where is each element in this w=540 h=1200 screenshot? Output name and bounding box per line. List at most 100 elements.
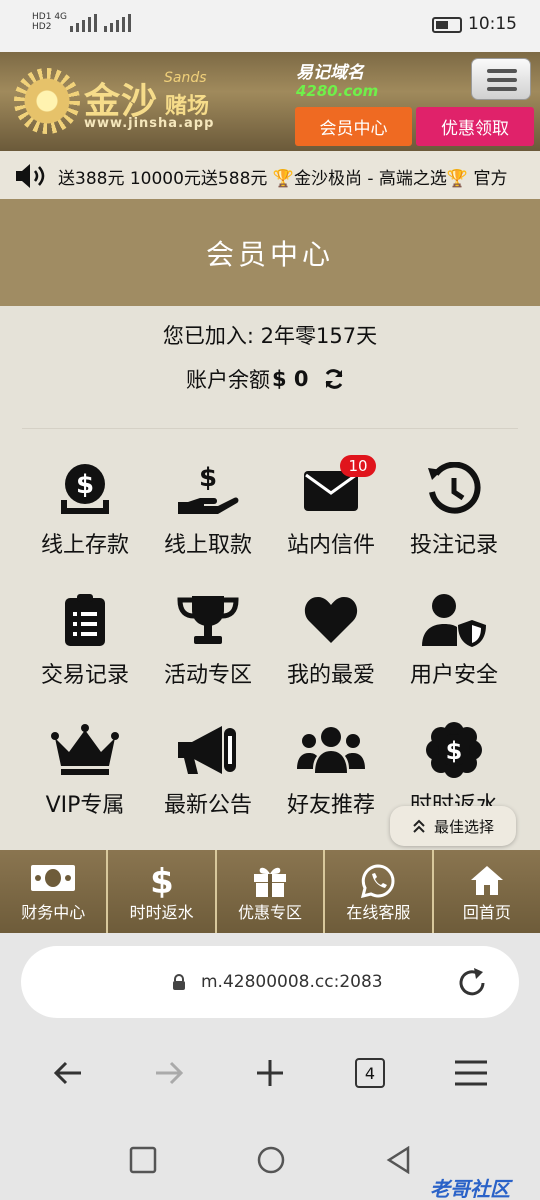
page-title-bar: 会员中心	[0, 199, 540, 306]
withdraw-icon: $	[178, 463, 239, 514]
nav-finance[interactable]: 财务中心	[0, 850, 109, 933]
nav-support[interactable]: 在线客服	[325, 850, 434, 933]
hamburger-icon	[455, 1060, 487, 1086]
back-triangle-icon[interactable]	[386, 1146, 412, 1174]
nav-label: 优惠专区	[238, 903, 303, 922]
grid-label: 用户安全	[409, 663, 498, 688]
promo-button[interactable]: 优惠领取	[416, 107, 534, 146]
nav-label: 财务中心	[21, 903, 86, 922]
tab-count: 4	[355, 1058, 385, 1088]
nav-label: 时时返水	[129, 903, 194, 922]
dollar-badge-icon: $	[426, 722, 482, 778]
best-choice-button[interactable]: 最佳选择	[390, 806, 516, 846]
referral-button[interactable]: 好友推荐	[266, 712, 396, 822]
address-bar[interactable]: m.42800008.cc:2083	[21, 946, 519, 1018]
plus-icon	[257, 1060, 283, 1086]
new-tab-button[interactable]	[250, 1053, 290, 1093]
grid-label: 好友推荐	[286, 793, 375, 818]
site-header: 金沙 Sands 赌场 www.jinsha.app 易记域名 4280.com…	[0, 52, 540, 151]
nav-label: 在线客服	[346, 903, 411, 922]
domain-title: 易记域名	[296, 63, 364, 83]
nav-home[interactable]: 回首页	[434, 850, 540, 933]
marquee-text: 送388元 10000元送588元 🏆金沙极尚 - 高端之选🏆 官方	[58, 169, 508, 189]
deposit-button[interactable]: $ 线上存款	[20, 452, 150, 562]
nav-promotions[interactable]: 优惠专区	[217, 850, 326, 933]
favorites-button[interactable]: 我的最爱	[266, 582, 396, 692]
grid-label: VIP专属	[45, 793, 125, 818]
signal-icon	[70, 14, 97, 32]
announcement-marquee[interactable]: 送388元 10000元送588元 🏆金沙极尚 - 高端之选🏆 官方	[0, 151, 540, 199]
arrow-right-icon	[156, 1061, 184, 1085]
page-title: 会员中心	[205, 237, 334, 271]
events-button[interactable]: 活动专区	[143, 582, 273, 692]
svg-text:$: $	[446, 737, 463, 765]
megaphone-icon	[178, 726, 236, 774]
transactions-button[interactable]: 交易记录	[20, 582, 150, 692]
nav-rebate[interactable]: $ 时时返水	[108, 850, 217, 933]
watermark: 老哥社区	[430, 1177, 510, 1200]
browser-menu-button[interactable]	[451, 1053, 491, 1093]
grid-label: 我的最爱	[286, 663, 375, 688]
back-button[interactable]	[48, 1053, 88, 1093]
joined-duration: 您已加入: 2年零157天	[162, 324, 378, 348]
sim-indicator: HD1 4G HD2	[32, 12, 68, 32]
divider	[22, 428, 518, 429]
user-security-button[interactable]: 用户安全	[389, 582, 519, 692]
announcements-button[interactable]: 最新公告	[143, 712, 273, 822]
users-icon	[297, 727, 365, 773]
dollar-icon: $	[150, 864, 174, 898]
grid-label: 最新公告	[163, 793, 252, 818]
vip-button[interactable]: VIP专属	[20, 712, 150, 822]
grid-label: 投注记录	[409, 533, 498, 558]
clock: 10:15	[468, 14, 517, 34]
system-nav: 老哥社区	[0, 1133, 540, 1200]
heart-icon	[304, 597, 358, 643]
mail-unread-badge: 10	[340, 455, 376, 477]
bet-history-button[interactable]: 投注记录	[389, 452, 519, 562]
grid-label: 线上取款	[163, 533, 252, 558]
history-icon	[428, 462, 481, 514]
trophy-icon	[177, 596, 239, 644]
battery-icon	[432, 17, 462, 33]
account-balance: 账户余额 $ 0	[186, 364, 345, 394]
grid-label: 站内信件	[286, 533, 375, 558]
best-choice-label: 最佳选择	[433, 817, 494, 836]
mail-button[interactable]: 站内信件	[266, 452, 396, 562]
balance-value: $ 0	[272, 367, 309, 391]
browser-chrome: m.42800008.cc:2083 4 老哥社区	[0, 933, 540, 1200]
refresh-icon[interactable]	[323, 368, 345, 390]
user-shield-icon	[422, 594, 486, 647]
member-center-button[interactable]: 会员中心	[295, 107, 412, 146]
recents-icon[interactable]	[129, 1146, 157, 1174]
signal-icon	[104, 14, 131, 32]
bottom-nav: 财务中心 $ 时时返水 优惠专区 在线客服 回首页	[0, 850, 540, 933]
logo-sands: Sands	[164, 70, 207, 86]
clipboard-icon	[65, 594, 105, 646]
money-icon	[31, 865, 76, 891]
balance-label: 账户余额	[186, 368, 270, 392]
home-circle-icon[interactable]	[256, 1145, 286, 1175]
url-text: m.42800008.cc:2083	[201, 972, 383, 992]
browser-toolbar: 4	[0, 1043, 540, 1103]
double-chevron-up-icon	[413, 819, 425, 833]
sun-logo-icon[interactable]	[14, 68, 80, 134]
arrow-left-icon	[53, 1061, 81, 1085]
reload-icon[interactable]	[455, 966, 489, 1000]
grid-label: 活动专区	[163, 663, 252, 688]
tabs-button[interactable]: 4	[350, 1053, 390, 1093]
speaker-icon	[16, 164, 45, 188]
crown-icon	[51, 724, 119, 775]
whatsapp-icon	[361, 864, 395, 898]
grid-label: 线上存款	[40, 533, 129, 558]
lock-icon	[173, 974, 185, 990]
svg-text:$: $	[199, 463, 217, 493]
nav-label: 回首页	[462, 903, 511, 922]
svg-text:$: $	[150, 864, 174, 898]
home-icon	[470, 866, 503, 895]
withdraw-button[interactable]: $ 线上取款	[143, 452, 273, 562]
menu-button[interactable]	[471, 58, 531, 100]
grid-label: 交易记录	[40, 663, 129, 688]
forward-button[interactable]	[149, 1053, 189, 1093]
gift-icon	[254, 867, 287, 897]
domain-value: 4280.com	[296, 82, 379, 100]
